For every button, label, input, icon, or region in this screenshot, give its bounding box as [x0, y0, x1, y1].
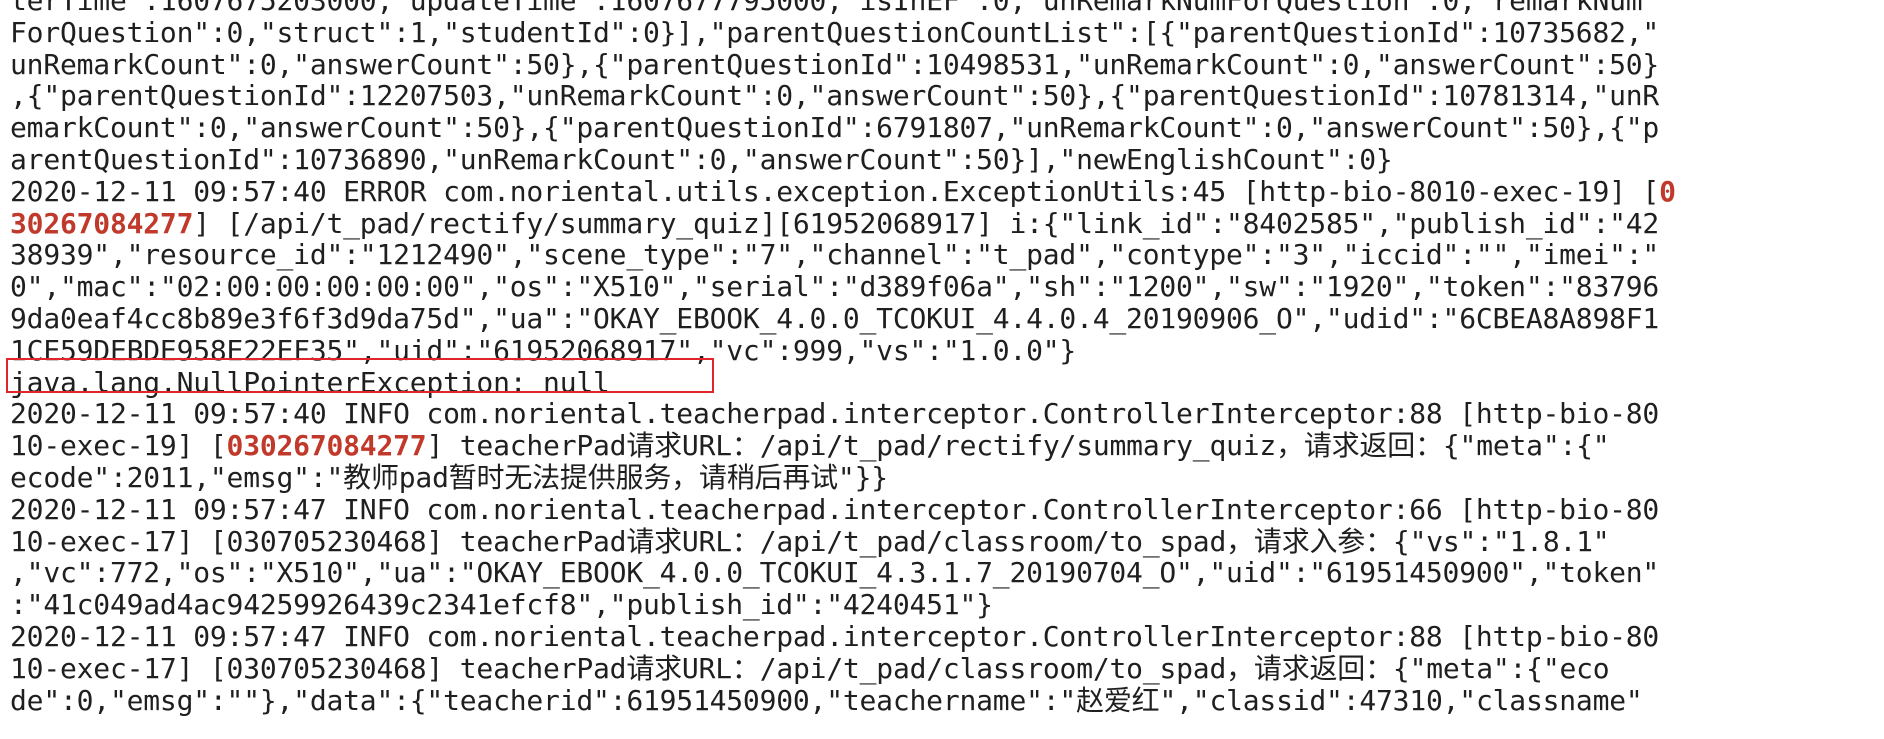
log-line: 2020-12-11 09:57:40 ERROR com.noriental.…: [10, 174, 1676, 208]
log-lines: terTime":1607675203000,"updateTime":1607…: [10, 0, 1676, 716]
log-line: 30267084277] [/api/t_pad/rectify/summary…: [10, 206, 1660, 240]
log-line: 38939","resource_id":"1212490","scene_ty…: [10, 238, 1660, 272]
log-line: arentQuestionId":10736890,"unRemarkCount…: [10, 142, 1393, 176]
log-line: de":0,"emsg":""},"data":{"teacherid":619…: [10, 683, 1643, 717]
log-line: 1CE59DEBDE958E22EF35","uid":"61952068917…: [10, 333, 1077, 367]
log-line: ForQuestion":0,"struct":1,"studentId":0}…: [10, 15, 1660, 49]
log-line: 9da0eaf4cc8b89e3f6f3d9da75d","ua":"OKAY_…: [10, 301, 1660, 335]
request-id-token: 0: [1659, 174, 1676, 208]
log-line: terTime":1607675203000,"updateTime":1607…: [10, 0, 1643, 17]
log-line: ,"vc":772,"os":"X510","ua":"OKAY_EBOOK_4…: [10, 556, 1660, 590]
log-line: emarkCount":0,"answerCount":50},{"parent…: [10, 111, 1660, 145]
log-line: java.lang.NullPointerException: null: [10, 365, 610, 399]
log-line: ,{"parentQuestionId":12207503,"unRemarkC…: [10, 79, 1660, 113]
log-line: 2020-12-11 09:57:40 INFO com.noriental.t…: [10, 397, 1660, 431]
log-line: ecode":2011,"emsg":"教师pad暂时无法提供服务，请稍后再试"…: [10, 460, 888, 494]
log-line: 10-exec-17] [030705230468] teacherPad请求U…: [10, 651, 1610, 685]
log-line: 10-exec-19] [030267084277] teacherPad请求U…: [10, 429, 1610, 463]
log-line: :"41c049ad4ac94259926439c2341efcf8","pub…: [10, 588, 993, 622]
log-viewer[interactable]: terTime":1607675203000,"updateTime":1607…: [0, 0, 1884, 739]
request-id-token: 30267084277: [10, 206, 194, 240]
log-line: 2020-12-11 09:57:47 INFO com.noriental.t…: [10, 619, 1660, 653]
log-line: 2020-12-11 09:57:47 INFO com.noriental.t…: [10, 492, 1660, 526]
log-line: 0","mac":"02:00:00:00:00:00","os":"X510"…: [10, 270, 1660, 304]
request-id-token: 030267084277: [226, 429, 427, 463]
log-line: unRemarkCount":0,"answerCount":50},{"par…: [10, 47, 1660, 81]
log-line: 10-exec-17] [030705230468] teacherPad请求U…: [10, 524, 1610, 558]
